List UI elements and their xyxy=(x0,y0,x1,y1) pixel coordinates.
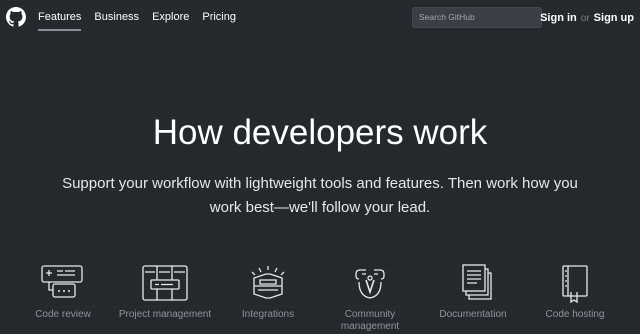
code-hosting-icon xyxy=(562,265,588,304)
project-management-icon xyxy=(142,265,188,301)
hero-subtitle: Support your workflow with lightweight t… xyxy=(62,175,578,216)
integrations-icon xyxy=(251,266,285,299)
sign-in-link[interactable]: Sign in xyxy=(540,12,577,24)
feature-label: Code review xyxy=(35,309,91,320)
nav-item-features[interactable]: Features xyxy=(38,0,82,36)
or-separator: or xyxy=(580,12,590,24)
nav-item-explore[interactable]: Explore xyxy=(152,0,189,36)
code-review-icon xyxy=(41,265,83,298)
feature-project-management[interactable]: Project management xyxy=(115,264,215,321)
auth-links: Sign in or Sign up xyxy=(540,0,634,36)
feature-community-management[interactable]: Community management xyxy=(320,264,420,333)
nav-item-business[interactable]: Business xyxy=(94,0,139,36)
feature-label: Community management xyxy=(340,309,400,332)
nav-item-pricing[interactable]: Pricing xyxy=(202,0,236,36)
feature-label: Code hosting xyxy=(545,309,605,320)
site-header: Features Business Explore Pricing Search… xyxy=(0,0,640,36)
feature-label: Integrations xyxy=(241,309,295,320)
github-logo-icon[interactable] xyxy=(6,7,26,27)
main-nav: Features Business Explore Pricing xyxy=(38,0,249,36)
feature-label: Documentation xyxy=(439,309,507,320)
feature-code-review[interactable]: Code review xyxy=(13,264,113,321)
feature-documentation[interactable]: Documentation xyxy=(423,264,523,321)
sign-up-link[interactable]: Sign up xyxy=(594,12,634,24)
features-row: Code review Project management Integrati… xyxy=(0,264,640,334)
documentation-icon xyxy=(462,264,492,300)
feature-label: Project management xyxy=(118,309,212,320)
hero-title: How developers work xyxy=(152,113,488,152)
search-input[interactable]: Search GitHub xyxy=(412,7,542,28)
feature-code-hosting[interactable]: Code hosting xyxy=(525,264,625,321)
community-management-icon xyxy=(355,269,385,299)
feature-integrations[interactable]: Integrations xyxy=(218,264,318,321)
